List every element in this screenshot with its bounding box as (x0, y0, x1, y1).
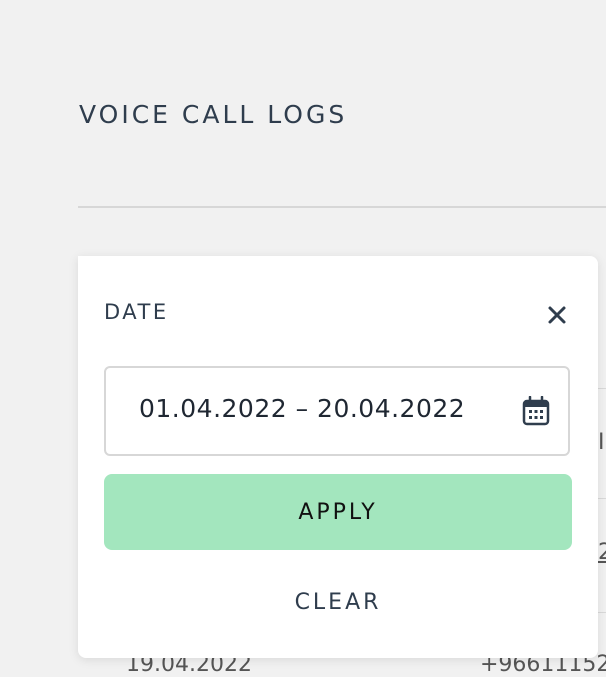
close-icon (548, 306, 566, 324)
date-range-value: 01.04.2022 – 20.04.2022 (139, 394, 466, 423)
table-cell: I (598, 430, 605, 455)
apply-button[interactable]: APPLY (104, 474, 572, 550)
date-range-input[interactable]: 01.04.2022 – 20.04.2022 (104, 366, 570, 456)
date-filter-popover: DATE 01.04.2022 – 20.04.2022 APPLY CLEAR (78, 256, 598, 658)
title-divider (78, 206, 606, 208)
clear-button[interactable]: CLEAR (104, 572, 572, 632)
page-title: VOICE CALL LOGS (79, 100, 348, 129)
table-cell-link[interactable]: 2 (598, 540, 606, 565)
popover-title: DATE (104, 300, 169, 324)
close-button[interactable] (542, 300, 572, 330)
calendar-icon[interactable] (522, 396, 550, 426)
